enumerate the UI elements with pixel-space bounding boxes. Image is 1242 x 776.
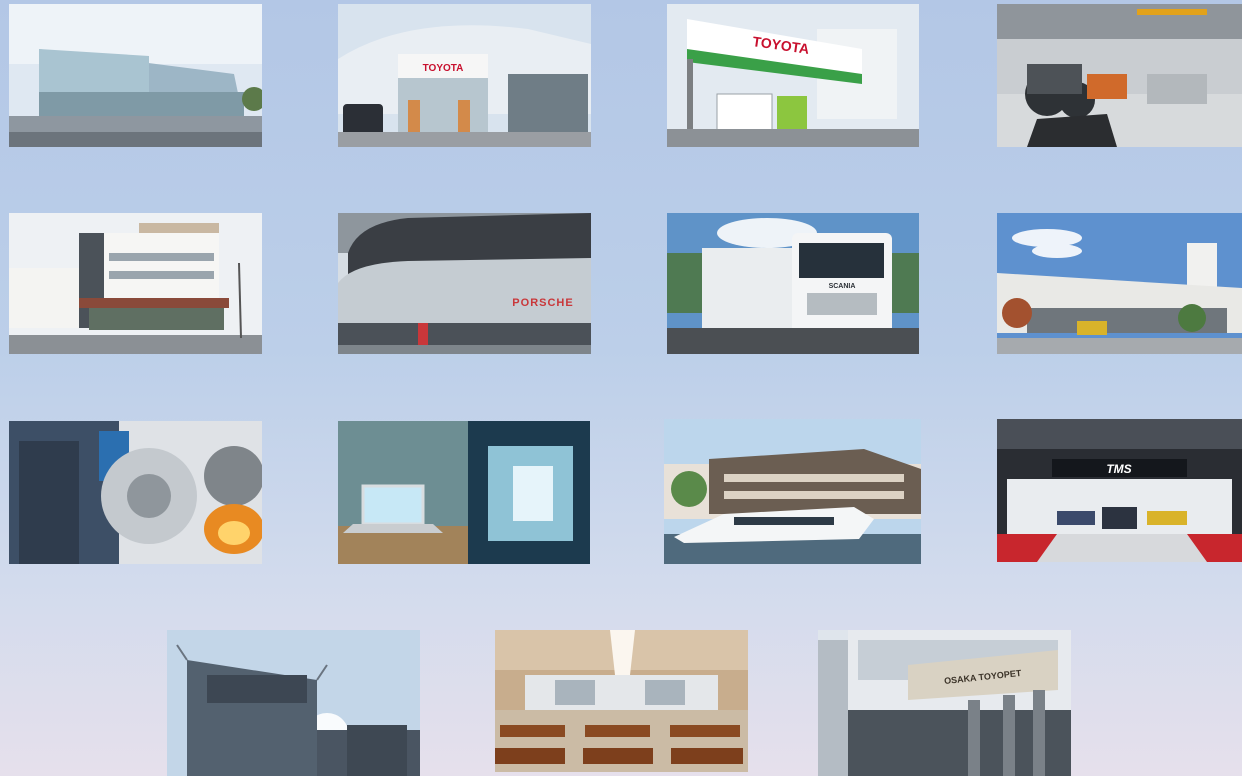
server-room-image — [338, 421, 590, 564]
photo-toyota-dealership: TOYOTA — [338, 4, 591, 147]
yacht-marina-image — [664, 419, 921, 564]
toyota-canopy-image: TOYOTA — [667, 4, 919, 147]
photo-wheel-craftsman — [9, 421, 262, 564]
office-rooftop-sign-image — [167, 630, 420, 776]
scania-sign: SCANIA — [829, 283, 856, 290]
photo-yacht-marina — [664, 419, 921, 564]
conference-hall-image — [495, 630, 748, 772]
tms-sign: TMS — [1106, 462, 1131, 476]
photo-low-building — [997, 213, 1242, 354]
photo-osaka-toyopet-hq: OSAKA TOYOPET — [818, 630, 1071, 776]
photo-corner-building — [9, 213, 262, 354]
corner-building-image — [9, 213, 262, 354]
wheel-craftsman-image — [9, 421, 262, 564]
photo-toyota-canopy: TOYOTA — [667, 4, 919, 147]
photo-server-room — [338, 421, 590, 564]
tms-exhibition-image: TMS — [997, 419, 1242, 562]
photo-service-workshop — [997, 4, 1242, 147]
photo-scania-truck: SCANIA — [667, 213, 919, 354]
osaka-toyopet-hq-image: OSAKA TOYOPET — [818, 630, 1071, 776]
porsche-sign: PORSCHE — [512, 297, 573, 309]
scania-truck-image: SCANIA — [667, 213, 919, 354]
photo-porsche-center: PORSCHE — [338, 213, 591, 354]
low-building-image — [997, 213, 1242, 354]
porsche-center-image: PORSCHE — [338, 213, 591, 354]
photo-glass-showroom — [9, 4, 262, 147]
photo-office-rooftop-sign — [167, 630, 420, 776]
photo-tms-exhibition: TMS — [997, 419, 1242, 562]
service-workshop-image — [997, 4, 1242, 147]
photo-conference-hall — [495, 630, 748, 772]
glass-showroom-image — [9, 4, 262, 147]
toyota-store-sign: TOYOTA — [423, 63, 464, 74]
toyota-dealership-image: TOYOTA — [338, 4, 591, 147]
